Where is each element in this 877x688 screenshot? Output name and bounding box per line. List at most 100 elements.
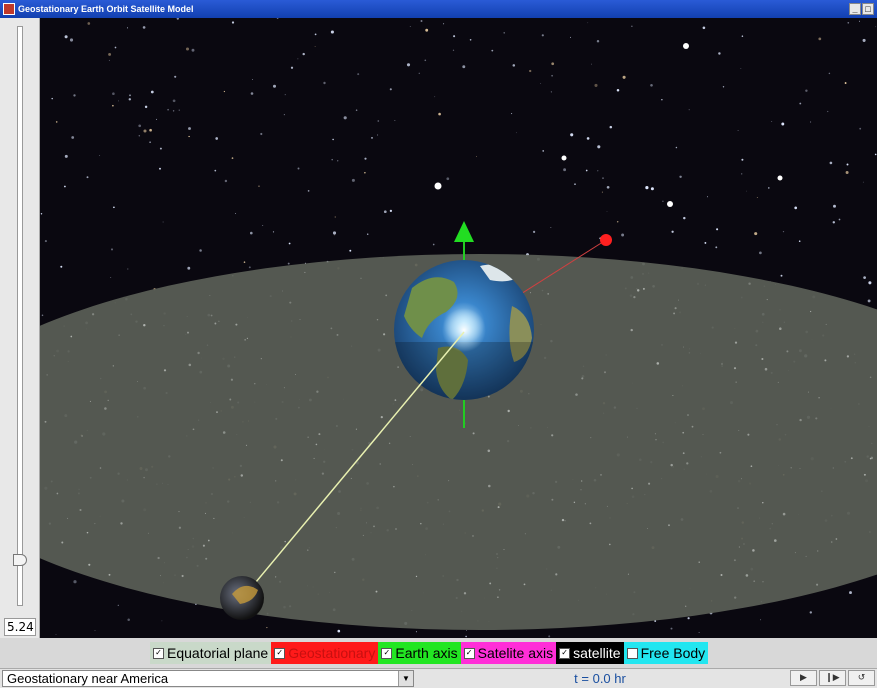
star — [722, 86, 725, 88]
star — [371, 137, 373, 139]
star — [332, 231, 337, 235]
star — [805, 89, 808, 92]
plane-speck — [120, 522, 123, 525]
plane-speck — [750, 465, 753, 468]
star — [112, 92, 115, 95]
plane-speck — [794, 552, 796, 554]
plane-speck — [630, 328, 633, 332]
simulation-view[interactable] — [40, 18, 877, 638]
plane-speck — [786, 350, 789, 353]
star — [587, 22, 589, 24]
equatorial-plane-checkbox[interactable]: ✓ Equatorial plane — [150, 642, 272, 664]
star — [73, 94, 76, 97]
geostationary-checkbox[interactable]: ✓ Geostationary — [271, 642, 379, 664]
plane-speck — [472, 535, 474, 537]
plane-speck — [383, 333, 386, 336]
plane-speck — [529, 292, 532, 294]
star — [698, 632, 700, 634]
checkbox-icon[interactable]: ✓ — [463, 647, 475, 659]
star — [512, 64, 516, 67]
plane-speck — [551, 434, 554, 437]
chevron-down-icon[interactable]: ▼ — [398, 671, 413, 686]
minimize-button[interactable]: _ — [849, 3, 861, 15]
star — [828, 72, 831, 75]
plane-speck — [686, 462, 689, 465]
star — [118, 100, 119, 102]
plane-speck — [295, 373, 296, 375]
plane-speck — [678, 299, 679, 301]
plane-speck — [204, 512, 206, 514]
plane-speck — [734, 596, 737, 599]
star — [364, 157, 367, 160]
step-button[interactable]: ❙▶ — [819, 670, 846, 686]
star — [314, 33, 317, 36]
plane-speck — [735, 381, 737, 383]
star — [149, 128, 152, 132]
star — [741, 35, 744, 37]
geostationary-satellite[interactable] — [600, 234, 612, 246]
star — [415, 631, 417, 633]
bright-star — [683, 43, 689, 49]
star — [768, 187, 770, 189]
plane-speck — [420, 522, 422, 525]
plane-speck — [738, 546, 740, 548]
star — [366, 233, 369, 235]
star — [343, 116, 347, 120]
plane-speck — [547, 293, 550, 295]
earth-axis-checkbox[interactable]: ✓ Earth axis — [378, 642, 461, 664]
zoom-slider-thumb[interactable] — [13, 554, 27, 566]
checkbox-icon[interactable]: ✓ — [381, 647, 393, 659]
star — [609, 125, 613, 129]
checkbox-icon[interactable] — [626, 647, 638, 659]
satellite-checkbox[interactable]: ✓ satellite — [556, 642, 624, 664]
plane-speck — [112, 365, 114, 367]
checkbox-icon[interactable]: ✓ — [153, 647, 164, 659]
window-controls: _ □ — [849, 3, 874, 15]
star — [602, 177, 604, 179]
star — [862, 181, 864, 183]
star — [337, 160, 339, 162]
plane-speck — [850, 457, 853, 460]
plane-speck — [670, 463, 673, 467]
star — [418, 72, 420, 74]
star — [675, 146, 678, 149]
star — [51, 97, 53, 100]
plane-speck — [218, 320, 220, 322]
zoom-slider-track[interactable] — [17, 26, 23, 606]
star — [409, 26, 411, 28]
scenario-dropdown[interactable]: Geostationary near America ▼ — [2, 670, 414, 687]
star — [64, 154, 68, 158]
reset-button[interactable]: ↺ — [848, 670, 875, 686]
star — [827, 110, 829, 113]
plane-speck — [209, 295, 211, 297]
plane-speck — [871, 442, 873, 444]
star — [69, 38, 74, 42]
star — [235, 213, 237, 214]
plane-speck — [816, 550, 819, 552]
maximize-button[interactable]: □ — [862, 3, 874, 15]
checkbox-label: Free Body — [640, 645, 706, 661]
satelite-axis-checkbox[interactable]: ✓ Satelite axis — [460, 642, 557, 664]
star — [87, 22, 91, 25]
plane-speck — [280, 459, 283, 462]
checkbox-icon[interactable]: ✓ — [274, 647, 286, 659]
star — [64, 185, 66, 188]
free-body-checkbox[interactable]: Free Body — [623, 642, 709, 664]
plane-speck — [376, 318, 379, 321]
star — [846, 163, 849, 166]
star — [622, 75, 626, 79]
zoom-value-field[interactable]: 5.24 — [4, 618, 36, 636]
scene-canvas[interactable] — [40, 18, 877, 638]
play-button[interactable]: ▶ — [790, 670, 817, 686]
plane-speck — [745, 574, 749, 577]
star — [542, 150, 544, 152]
star — [859, 127, 862, 130]
plane-speck — [56, 492, 59, 495]
star — [117, 604, 119, 606]
checkbox-list: ✓ Equatorial plane ✓ Geostationary ✓ Earth … — [150, 642, 709, 664]
checkbox-icon[interactable]: ✓ — [559, 647, 571, 659]
star — [829, 161, 833, 165]
star — [491, 49, 494, 52]
star — [112, 104, 114, 107]
plane-speck — [743, 543, 745, 545]
